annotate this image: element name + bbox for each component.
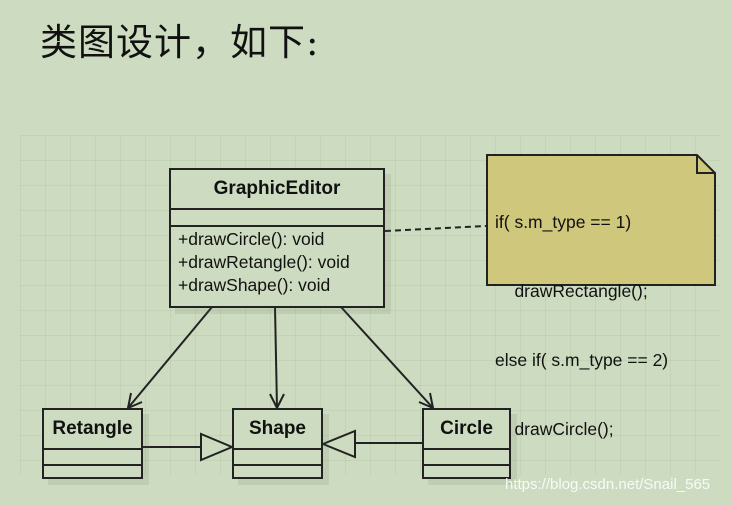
note-line: drawCircle();: [495, 419, 614, 439]
class-attributes: [234, 450, 321, 466]
note-line: else if( s.m_type == 2): [495, 350, 669, 370]
class-attributes: [44, 450, 141, 466]
watermark: https://blog.csdn.net/Snail_565: [505, 476, 711, 493]
class-name: GraphicEditor: [171, 170, 383, 210]
operation: +drawShape(): void: [178, 275, 331, 295]
class-retangle[interactable]: Retangle: [42, 408, 143, 479]
generalization-circle-shape: [320, 429, 422, 459]
generalization-retangle-shape: [142, 432, 235, 462]
note-text: if( s.m_type == 1) drawRectangle(); else…: [495, 165, 668, 487]
operation: +drawCircle(): void: [178, 229, 325, 249]
class-attributes: [171, 210, 383, 227]
note-line: drawRectangle();: [495, 281, 648, 301]
class-shape[interactable]: Shape: [232, 408, 323, 479]
association-editor-circle: [340, 306, 435, 410]
class-operations: +drawCircle(): void +drawRetangle(): voi…: [171, 227, 383, 297]
note-line: if( s.m_type == 1): [495, 212, 632, 232]
class-name: Shape: [234, 410, 321, 450]
association-editor-retangle: [126, 306, 213, 410]
operation: +drawRetangle(): void: [178, 252, 350, 272]
note[interactable]: if( s.m_type == 1) drawRectangle(); else…: [487, 155, 715, 439]
association-editor-shape: [269, 306, 285, 411]
note-link: [384, 225, 487, 232]
class-name: Retangle: [44, 410, 141, 450]
class-graphic-editor[interactable]: GraphicEditor +drawCircle(): void +drawR…: [169, 168, 385, 308]
